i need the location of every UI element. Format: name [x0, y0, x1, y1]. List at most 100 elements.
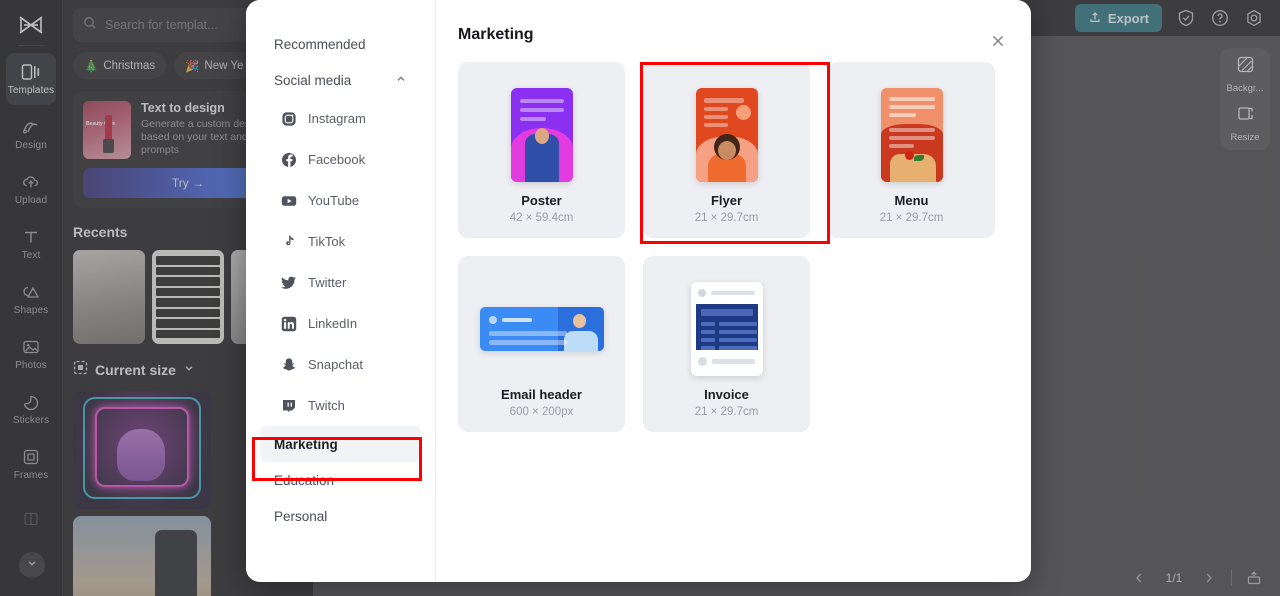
instagram-icon: [280, 110, 297, 127]
page-export-icon[interactable]: [1244, 568, 1264, 588]
nav-item-youtube[interactable]: YouTube: [260, 180, 421, 221]
tiktok-icon: [280, 233, 297, 250]
menu-template-card[interactable]: Menu 21 × 29.7cm: [828, 62, 995, 238]
nav-item-facebook[interactable]: Facebook: [260, 139, 421, 180]
stickers-icon: [21, 392, 41, 412]
flyer-thumb: [695, 87, 758, 182]
nav-item-education[interactable]: Education: [260, 462, 421, 498]
modal-category-nav: Recommended Social media Instagram Faceb…: [246, 0, 436, 582]
sidebar-label: Stickers: [12, 415, 50, 426]
linkedin-icon: [280, 315, 297, 332]
recent-template-card[interactable]: [73, 250, 145, 344]
recent-template-card[interactable]: [152, 250, 224, 344]
twitch-icon: [280, 397, 297, 414]
chip-label: New Ye: [204, 59, 244, 72]
nav-item-tiktok[interactable]: TikTok: [260, 221, 421, 262]
christmas-tree-icon: 🎄: [84, 60, 99, 73]
capcut-editor-window: Templates Design Upload Text Shapes Phot…: [0, 0, 1280, 596]
promo-thumbnail: Beauty Care: [83, 101, 131, 159]
nav-label: TikTok: [308, 234, 346, 249]
background-button[interactable]: Backgr...: [1222, 55, 1268, 94]
nav-item-personal[interactable]: Personal: [260, 498, 421, 534]
snapchat-icon: [280, 356, 297, 373]
sidebar-item-more-hidden[interactable]: [6, 493, 56, 545]
resize-button[interactable]: Resize: [1222, 104, 1268, 143]
chip-label: Christmas: [103, 59, 156, 72]
right-tool-dock: Backgr... Resize: [1220, 48, 1270, 150]
sidebar-item-frames[interactable]: Frames: [6, 438, 56, 490]
invoice-template-card[interactable]: Invoice 21 × 29.7cm: [643, 256, 810, 432]
design-icon: [21, 117, 41, 137]
help-question-icon[interactable]: [1210, 8, 1230, 28]
template-dimensions: 21 × 29.7cm: [879, 212, 944, 224]
nav-label: Personal: [274, 508, 328, 524]
youtube-icon: [280, 192, 297, 209]
nav-item-recommended[interactable]: Recommended: [260, 26, 421, 62]
settings-gear-icon[interactable]: [1244, 8, 1264, 28]
text-icon: [21, 227, 41, 247]
sidebar-item-text[interactable]: Text: [6, 218, 56, 270]
template-name: Email header: [501, 387, 582, 402]
capcut-logo-icon[interactable]: [11, 8, 51, 42]
template-card[interactable]: [73, 391, 211, 509]
sidebar-item-design[interactable]: Design: [6, 108, 56, 160]
nav-item-snapchat[interactable]: Snapchat: [260, 344, 421, 385]
nav-label: Twitter: [308, 275, 347, 290]
nav-label: Twitch: [308, 398, 345, 413]
nav-item-marketing[interactable]: Marketing: [260, 426, 421, 462]
nav-item-social-media[interactable]: Social media: [260, 62, 421, 98]
search-icon: [83, 16, 97, 35]
template-dimensions: 21 × 29.7cm: [694, 212, 759, 224]
sidebar-item-shapes[interactable]: Shapes: [6, 273, 56, 325]
photos-icon: [21, 337, 41, 357]
poster-template-card[interactable]: Poster 42 × 59.4cm: [458, 62, 625, 238]
twitter-icon: [280, 274, 297, 291]
nav-item-linkedin[interactable]: LinkedIn: [260, 303, 421, 344]
template-dimensions: 600 × 200px: [509, 406, 574, 418]
sidebar-item-upload[interactable]: Upload: [6, 163, 56, 215]
frames-icon: [21, 447, 41, 467]
nav-label: Education: [274, 472, 335, 488]
chip-new-year[interactable]: 🎉 New Ye: [174, 52, 255, 79]
email-header-template-card[interactable]: Email header 600 × 200px: [458, 256, 625, 432]
sidebar-label: Shapes: [13, 305, 49, 316]
current-size-label: Current size: [95, 362, 176, 378]
upload-cloud-icon: [21, 172, 41, 192]
template-name: Invoice: [704, 387, 749, 402]
sidebar-item-templates[interactable]: Templates: [6, 53, 56, 105]
chevron-up-icon: [395, 73, 407, 88]
export-button[interactable]: Export: [1074, 4, 1162, 32]
shield-check-icon[interactable]: [1176, 8, 1196, 28]
chip-christmas[interactable]: 🎄 Christmas: [73, 52, 167, 79]
nav-label: Facebook: [308, 152, 366, 167]
layout-icon: [21, 509, 41, 529]
rail-expand-button[interactable]: [19, 552, 45, 578]
sidebar-item-photos[interactable]: Photos: [6, 328, 56, 380]
shapes-icon: [21, 282, 41, 302]
template-name: Flyer: [710, 193, 743, 208]
template-size-grid: Poster 42 × 59.4cm Flyer 21 × 29.7cm Men…: [458, 62, 1003, 432]
prev-page-button[interactable]: [1129, 568, 1149, 588]
sidebar-label: Frames: [13, 470, 49, 481]
nav-item-twitch[interactable]: Twitch: [260, 385, 421, 426]
nav-item-instagram[interactable]: Instagram: [260, 98, 421, 139]
background-icon: [1236, 55, 1255, 79]
nav-label: Social media: [274, 72, 352, 88]
nav-label: LinkedIn: [308, 316, 358, 331]
sidebar-item-stickers[interactable]: Stickers: [6, 383, 56, 435]
template-card[interactable]: [73, 516, 211, 596]
close-icon[interactable]: [987, 30, 1009, 52]
nav-label: Instagram: [308, 111, 366, 126]
email-thumb: [479, 306, 604, 351]
template-name: Poster: [521, 193, 562, 208]
nav-label: Recommended: [274, 36, 366, 52]
sidebar-label: Templates: [7, 85, 55, 96]
flyer-template-card[interactable]: Flyer 21 × 29.7cm: [643, 62, 810, 238]
menu-thumb: [880, 87, 943, 182]
nav-item-twitter[interactable]: Twitter: [260, 262, 421, 303]
sidebar-label: Photos: [15, 360, 47, 371]
next-page-button[interactable]: [1199, 568, 1219, 588]
template-dimensions: 21 × 29.7cm: [694, 406, 759, 418]
chevron-down-icon: [26, 556, 38, 574]
frame-icon: [73, 360, 88, 380]
